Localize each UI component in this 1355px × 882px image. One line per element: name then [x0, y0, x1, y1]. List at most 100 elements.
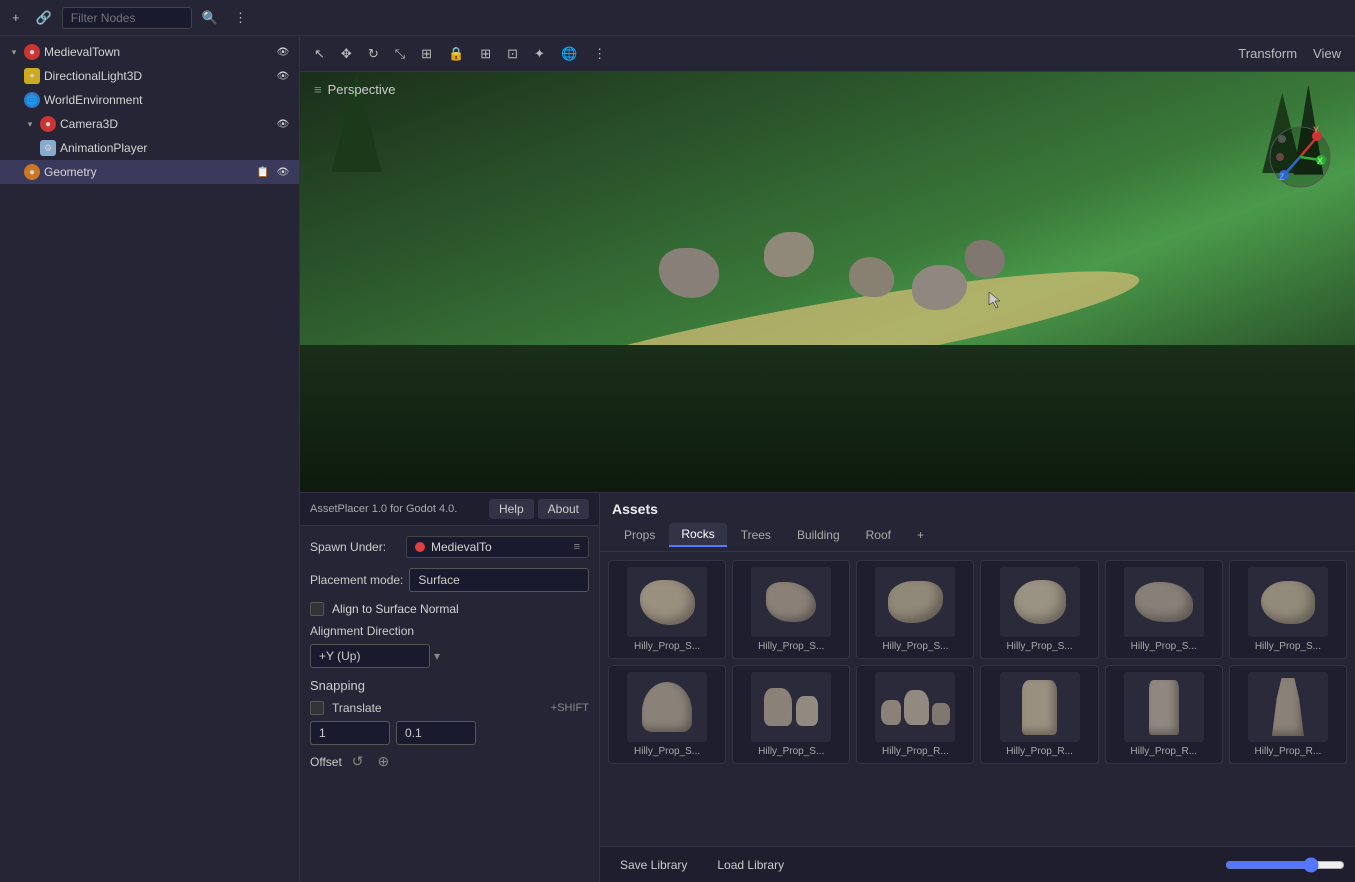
assets-tabs: Props Rocks Trees Building Roof + — [612, 523, 1343, 547]
node-icon-medievaltown: ● — [24, 44, 40, 60]
offset-row: Offset ↺ ⊕ — [310, 751, 589, 772]
search-button[interactable]: 🔍 — [196, 6, 224, 30]
bottom-section: AssetPlacer 1.0 for Godot 4.0. Help Abou… — [300, 492, 1355, 882]
snap-local-button[interactable]: ⊞ — [415, 42, 438, 66]
asset-item-r8[interactable]: Hilly_Prop_S... — [732, 665, 850, 764]
spawn-under-row: Spawn Under: MedievalTo ≡ — [310, 536, 589, 558]
tab-rocks[interactable]: Rocks — [669, 523, 726, 547]
rock-scene-1 — [659, 248, 719, 298]
rock-shape-r4 — [1014, 580, 1066, 624]
statue-r11 — [1149, 680, 1179, 735]
tab-roof[interactable]: Roof — [854, 524, 903, 546]
viewport-background — [300, 72, 1355, 492]
asset-item-r12[interactable]: Hilly_Prop_R... — [1229, 665, 1347, 764]
alignment-direction-select[interactable]: +Y (Up) -Y (Down) +X (Right) -X (Left) — [310, 644, 430, 668]
asset-placer-version: AssetPlacer 1.0 for Godot 4.0. — [310, 503, 457, 515]
translate-value-input[interactable] — [310, 721, 390, 745]
add-node-button[interactable]: + — [6, 6, 26, 29]
filter-nodes-input[interactable] — [62, 7, 192, 29]
asset-label-r9: Hilly_Prop_R... — [863, 746, 967, 757]
viewport-gizmo[interactable]: Y X Z — [1265, 122, 1335, 192]
export-icon-geometry[interactable]: 📋 — [255, 164, 271, 180]
asset-item-r4[interactable]: Hilly_Prop_S... — [980, 560, 1098, 659]
help-button[interactable]: Help — [489, 499, 534, 519]
tree-item-medievaltown[interactable]: ▾ ● MedievalTown 👁 — [0, 40, 299, 64]
tree-label-worldenv: WorldEnvironment — [44, 93, 291, 107]
tree-item-directionallight[interactable]: ✦ DirectionalLight3D 👁 — [0, 64, 299, 88]
load-library-button[interactable]: Load Library — [707, 854, 794, 876]
expand-arrow-camera[interactable]: ▾ — [24, 118, 36, 130]
offset-add-button[interactable]: ⊕ — [374, 751, 394, 772]
asset-label-r6: Hilly_Prop_S... — [1236, 641, 1340, 652]
zoom-slider[interactable] — [1225, 857, 1345, 873]
tree-item-animationplayer[interactable]: ⚙ AnimationPlayer — [0, 136, 299, 160]
align-surface-label: Align to Surface Normal — [332, 602, 459, 616]
tree-label-medievaltown: MedievalTown — [44, 45, 271, 59]
asset-item-r9[interactable]: Hilly_Prop_R... — [856, 665, 974, 764]
tree-item-worldenvironment[interactable]: 🌐 WorldEnvironment — [0, 88, 299, 112]
scale-tool-button[interactable]: ⤡ — [389, 42, 411, 66]
assets-header: Assets Props Rocks Trees Building Roof + — [600, 493, 1355, 552]
asset-thumb-r8 — [751, 672, 831, 742]
assets-grid-container: Hilly_Prop_S... Hilly_Prop_S... — [600, 552, 1355, 846]
tree-label-directionallight: DirectionalLight3D — [44, 69, 271, 83]
asset-item-r6[interactable]: Hilly_Prop_S... — [1229, 560, 1347, 659]
placement-mode-select[interactable]: Surface Normal Fixed Height — [409, 568, 589, 592]
placement-mode-label: Placement mode: — [310, 573, 403, 587]
tree-item-geometry[interactable]: ● Geometry 📋 👁 — [0, 160, 299, 184]
asset-thumb-r3 — [875, 567, 955, 637]
tab-add[interactable]: + — [905, 524, 936, 546]
multi-rock-r9 — [881, 690, 950, 725]
offset-label: Offset — [310, 755, 342, 769]
more-options-button[interactable]: ⋮ — [228, 6, 253, 30]
asset-item-r1[interactable]: Hilly_Prop_S... — [608, 560, 726, 659]
about-button[interactable]: About — [538, 499, 589, 519]
asset-item-r5[interactable]: Hilly_Prop_S... — [1105, 560, 1223, 659]
save-library-button[interactable]: Save Library — [610, 854, 697, 876]
visibility-icon-medievaltown[interactable]: 👁 — [275, 44, 291, 60]
lock-button[interactable]: 🔒 — [442, 42, 470, 66]
spawn-under-icon: ≡ — [574, 541, 580, 553]
rock-scene-2 — [764, 232, 814, 277]
left-panel: ▾ ● MedievalTown 👁 ✦ DirectionalLight3D … — [0, 36, 300, 882]
transform-button[interactable]: Transform — [1232, 42, 1303, 65]
asset-thumb-r11 — [1124, 672, 1204, 742]
grid-button[interactable]: ⊞ — [474, 42, 497, 66]
visibility-icon-directionallight[interactable]: 👁 — [275, 68, 291, 84]
align-surface-checkbox[interactable] — [310, 602, 324, 616]
visibility-icon-camera3d[interactable]: 👁 — [275, 116, 291, 132]
move-tool-button[interactable]: ✥ — [335, 42, 358, 66]
asset-item-r2[interactable]: Hilly_Prop_S... — [732, 560, 850, 659]
rotate-tool-button[interactable]: ↻ — [362, 42, 385, 66]
translate-step-input[interactable] — [396, 721, 476, 745]
tab-props[interactable]: Props — [612, 524, 667, 546]
sculpt-button[interactable]: ✦ — [528, 42, 551, 66]
tab-building[interactable]: Building — [785, 524, 852, 546]
more-viewport-button[interactable]: ⋮ — [587, 42, 612, 66]
statue-r12 — [1272, 678, 1304, 736]
expand-arrow[interactable]: ▾ — [8, 46, 20, 58]
tab-trees[interactable]: Trees — [729, 524, 783, 546]
translate-checkbox[interactable] — [310, 701, 324, 715]
asset-label-r5: Hilly_Prop_S... — [1112, 641, 1216, 652]
transform-extra-button[interactable]: ⊡ — [501, 42, 524, 66]
tree-item-camera3d[interactable]: ▾ ● Camera3D 👁 — [0, 112, 299, 136]
spawn-under-value[interactable]: MedievalTo ≡ — [406, 536, 589, 558]
offset-reset-button[interactable]: ↺ — [348, 751, 368, 772]
terrain-dark — [300, 345, 1355, 492]
rock-small-2 — [904, 690, 929, 725]
rock-scene-5 — [965, 240, 1005, 278]
asset-item-r10[interactable]: Hilly_Prop_R... — [980, 665, 1098, 764]
view-button[interactable]: View — [1307, 42, 1347, 65]
viewport[interactable]: ≡ Perspective Y X Z — [300, 72, 1355, 492]
alignment-direction-title: Alignment Direction — [310, 624, 589, 638]
select-tool-button[interactable]: ↖ — [308, 42, 331, 66]
asset-item-r3[interactable]: Hilly_Prop_S... — [856, 560, 974, 659]
asset-item-r11[interactable]: Hilly_Prop_R... — [1105, 665, 1223, 764]
rock-part-1 — [764, 688, 792, 726]
sky-button[interactable]: 🌐 — [555, 42, 583, 66]
link-button[interactable]: 🔗 — [30, 6, 58, 30]
asset-thumb-r2 — [751, 567, 831, 637]
visibility-icon-geometry[interactable]: 👁 — [275, 164, 291, 180]
asset-item-r7[interactable]: Hilly_Prop_S... — [608, 665, 726, 764]
